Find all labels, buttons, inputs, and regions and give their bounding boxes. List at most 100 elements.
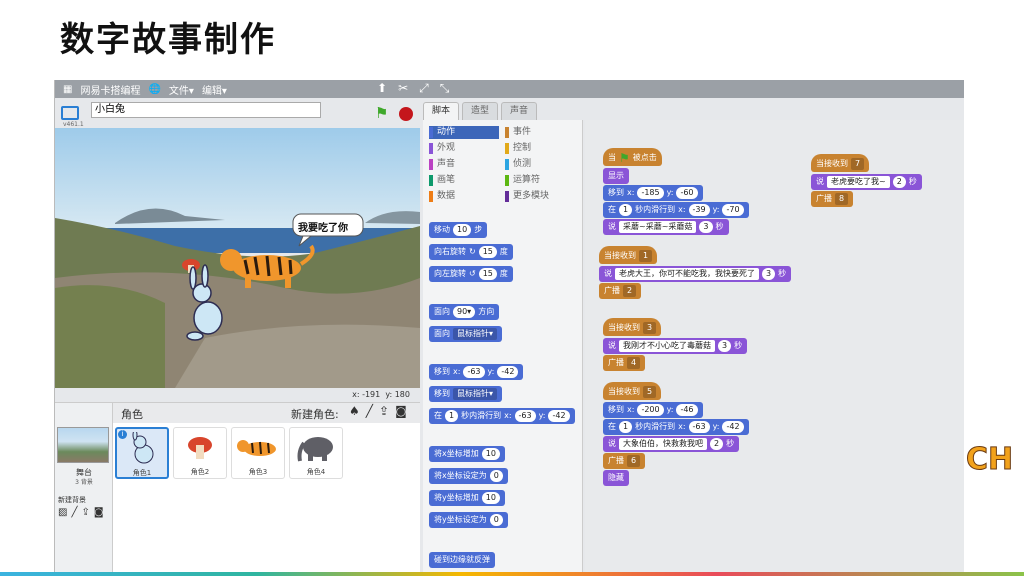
script-say[interactable]: 说老虎要吃了我~ 2 秒 xyxy=(811,174,922,190)
editor-tabs: 脚本 造型 声音 xyxy=(423,102,537,120)
new-sprite-label: 新建角色: xyxy=(291,408,339,421)
script-when-receive-7[interactable]: 当接收到 7 xyxy=(811,154,870,172)
script-hide[interactable]: 隐藏 xyxy=(603,470,629,486)
stage-scene xyxy=(55,128,420,388)
stage-header: v461.1 小白兔 ⚑ xyxy=(55,98,420,128)
shrink-icon[interactable]: ⤡ xyxy=(440,81,450,96)
grow-icon[interactable]: ⤢ xyxy=(419,81,429,96)
sprite-library-icon[interactable]: ♠ xyxy=(349,404,360,418)
brush-backdrop-icon[interactable]: ╱ xyxy=(71,507,77,518)
scripts-area[interactable]: 当 ⚑ 被点击 显示 移到 x: -185 y: -60 在 1 秒内滑行到 x: -39 y: -70… xyxy=(585,120,964,576)
mouse-coords: x: -191 y: 180 xyxy=(352,390,410,399)
script-broadcast[interactable]: 广播 8 xyxy=(811,191,854,207)
delete-icon[interactable]: ✂ xyxy=(398,81,408,96)
upload-backdrop-icon[interactable]: ⇪ xyxy=(81,507,89,518)
stage-panel: 舞台 3 背景 新建背景 ▨ ╱ ⇪ ◙ xyxy=(55,403,113,576)
script-when-flag-clicked[interactable]: 当 ⚑ 被点击 xyxy=(603,148,662,166)
camera-backdrop-icon[interactable]: ◙ xyxy=(94,507,104,518)
script-when-receive-3[interactable]: 当接收到 3 xyxy=(603,318,662,336)
category-control[interactable]: 控制 xyxy=(505,142,575,155)
category-motion[interactable]: 动作 xyxy=(429,126,499,139)
sprite-thumb-1[interactable]: i 角色1 xyxy=(115,427,169,479)
script-show[interactable]: 显示 xyxy=(603,168,629,184)
sprite-name: 角色4 xyxy=(306,468,326,476)
script-broadcast[interactable]: 广播 2 xyxy=(599,283,642,299)
globe-icon[interactable]: 🌐 xyxy=(148,84,160,95)
script-say[interactable]: 说老虎大王，你可不能吃我，我快要死了 3 秒 xyxy=(599,266,792,282)
block-goto[interactable]: 移到 鼠标指针▾ xyxy=(429,386,503,402)
deco-text: CH xyxy=(965,442,1014,478)
block-bounce[interactable]: 碰到边缘就反弹 xyxy=(429,552,495,568)
sprite-panel: 舞台 3 背景 新建背景 ▨ ╱ ⇪ ◙ 角色 新建角色: ♠ ╱ ⇪ ◙ i … xyxy=(55,402,420,576)
block-palette: 动作 外观 声音 画笔 数据 事件 控制 侦测 运算符 更多模块 移动 10 步 向… xyxy=(423,120,583,576)
script-goto-xy[interactable]: 移到 x: -200 y: -46 xyxy=(603,402,703,418)
sprite-thumb-2[interactable]: 角色2 xyxy=(173,427,227,479)
sprite-name: 角色3 xyxy=(248,468,268,476)
slide-title: 数字故事制作 xyxy=(60,20,276,60)
stage-canvas[interactable]: 我要吃了你 xyxy=(55,128,420,388)
category-sensing[interactable]: 侦测 xyxy=(505,158,575,171)
script-goto-xy[interactable]: 移到 x: -185 y: -60 xyxy=(603,185,703,201)
duplicate-icon[interactable]: ⬆ xyxy=(377,81,387,96)
upload-sprite-icon[interactable]: ⇪ xyxy=(379,404,389,418)
elephant-thumb xyxy=(297,437,333,462)
script-broadcast[interactable]: 广播 6 xyxy=(603,453,646,469)
camera-sprite-icon[interactable]: ◙ xyxy=(395,404,407,418)
tab-costumes[interactable]: 造型 xyxy=(462,102,498,120)
block-set-x[interactable]: 将x坐标设定为 0 xyxy=(429,468,508,484)
mushroom-thumb xyxy=(188,437,212,459)
category-pen[interactable]: 画笔 xyxy=(429,174,499,187)
stage-backdrops: 3 背景 xyxy=(75,479,93,486)
block-goto-xy[interactable]: 移到 x: -63 y: -42 xyxy=(429,364,524,380)
tab-sounds[interactable]: 声音 xyxy=(501,102,537,120)
sprite-thumb-3[interactable]: 角色3 xyxy=(231,427,285,479)
kada-editor: ▦ 网易卡搭编程 🌐 文件▾ 编辑▾ ⬆ ✂ ⤢ ⤡ v461.1 小白兔 ⚑ xyxy=(54,80,964,576)
block-point-direction[interactable]: 面向 90▾ 方向 xyxy=(429,304,500,320)
block-point-towards[interactable]: 面向 鼠标指针▾ xyxy=(429,326,503,342)
speech-bubble-text: 我要吃了你 xyxy=(298,223,348,234)
script-say[interactable]: 说采蘑~采蘑~采蘑菇 3 秒 xyxy=(603,219,729,235)
sprite-name: 角色1 xyxy=(132,469,152,477)
script-say[interactable]: 说大象伯伯，快救救我吧 2 秒 xyxy=(603,436,740,452)
category-looks[interactable]: 外观 xyxy=(429,142,499,155)
sprite-header-label: 角色 xyxy=(121,408,143,421)
tiger-thumb xyxy=(237,440,276,456)
project-name-input[interactable]: 小白兔 xyxy=(91,102,321,118)
sprite-thumb-4[interactable]: 角色4 xyxy=(289,427,343,479)
script-say[interactable]: 说我刚才不小心吃了毒蘑菇 3 秒 xyxy=(603,338,748,354)
sprite-name: 角色2 xyxy=(190,468,210,476)
new-backdrop-label: 新建背景 xyxy=(58,496,86,504)
paint-sprite-icon[interactable]: ╱ xyxy=(366,404,373,418)
script-broadcast[interactable]: 广播 4 xyxy=(603,355,646,371)
menu-file[interactable]: 文件▾ xyxy=(169,82,194,97)
category-events[interactable]: 事件 xyxy=(505,126,575,139)
block-glide[interactable]: 在 1 秒内滑行到 x: -63 y: -42 xyxy=(429,408,575,424)
category-operators[interactable]: 运算符 xyxy=(505,174,575,187)
block-move[interactable]: 移动 10 步 xyxy=(429,222,488,238)
sprite-header: 角色 新建角色: ♠ ╱ ⇪ ◙ xyxy=(113,403,420,423)
menu-edit[interactable]: 编辑▾ xyxy=(202,82,227,97)
tab-scripts[interactable]: 脚本 xyxy=(423,102,459,120)
script-when-receive-5[interactable]: 当接收到 5 xyxy=(603,382,662,400)
category-sound[interactable]: 声音 xyxy=(429,158,499,171)
app-logo-icon: ▦ xyxy=(63,83,73,95)
block-turn-left[interactable]: 向左旋转 ↺ 15 度 xyxy=(429,266,513,282)
app-name: 网易卡搭编程 xyxy=(80,85,141,97)
stop-icon[interactable] xyxy=(399,107,413,121)
green-flag-icon: ⚑ xyxy=(619,151,630,165)
block-change-y[interactable]: 将y坐标增加 10 xyxy=(429,490,505,506)
script-glide[interactable]: 在 1 秒内滑行到 x: -63 y: -42 xyxy=(603,419,749,435)
fullscreen-icon[interactable] xyxy=(61,106,79,120)
block-change-x[interactable]: 将x坐标增加 10 xyxy=(429,446,505,462)
info-icon[interactable]: i xyxy=(118,430,127,439)
rabbit-thumb xyxy=(132,429,154,464)
paint-backdrop-icon[interactable]: ▨ xyxy=(58,507,67,518)
category-data[interactable]: 数据 xyxy=(429,190,499,203)
stage-thumbnail[interactable] xyxy=(57,427,109,463)
category-more-blocks[interactable]: 更多模块 xyxy=(505,190,575,203)
block-turn-right[interactable]: 向右旋转 ↻ 15 度 xyxy=(429,244,513,260)
green-flag-icon[interactable]: ⚑ xyxy=(375,104,388,122)
block-set-y[interactable]: 将y坐标设定为 0 xyxy=(429,512,508,528)
script-glide[interactable]: 在 1 秒内滑行到 x: -39 y: -70 xyxy=(603,202,749,218)
script-when-receive-1[interactable]: 当接收到 1 xyxy=(599,246,658,264)
